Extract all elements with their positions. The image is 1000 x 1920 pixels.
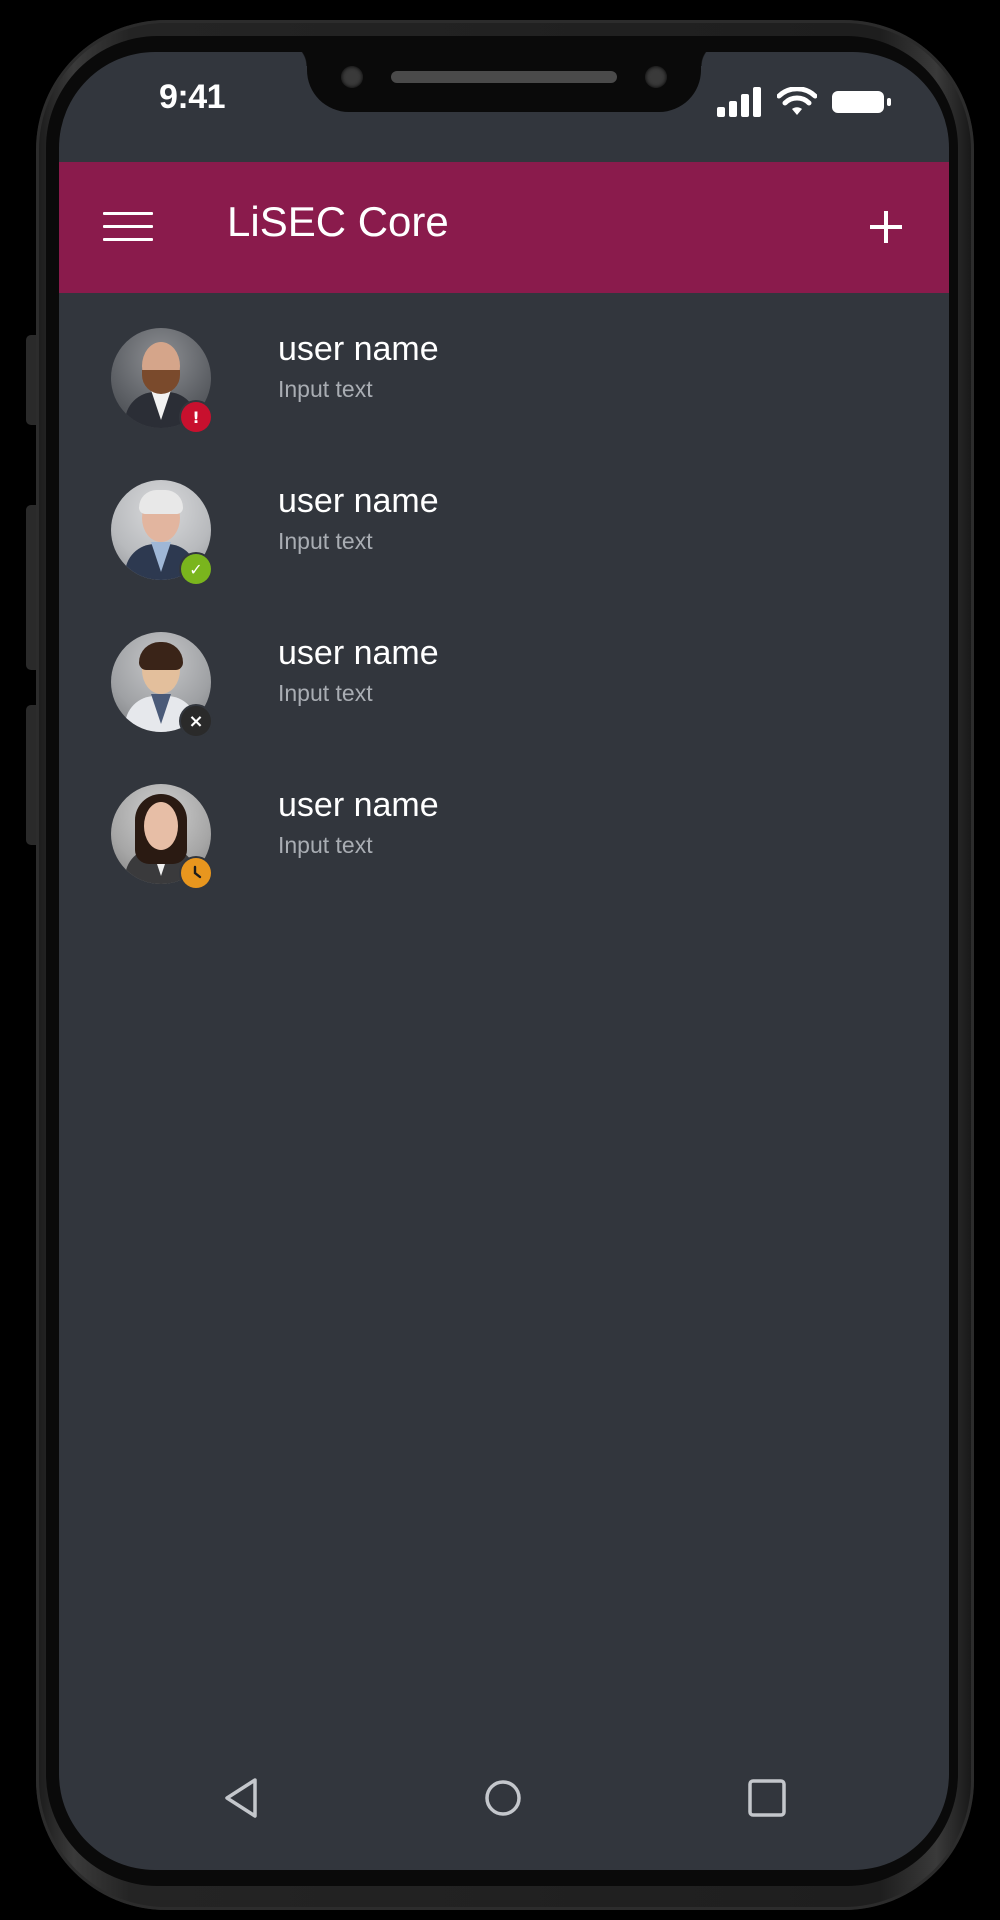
app-bar: LiSEC Core — [59, 162, 949, 293]
offline-status-icon: × — [181, 706, 211, 736]
phone-volume-down-button — [26, 705, 36, 845]
home-circle-icon[interactable] — [473, 1768, 533, 1828]
list-item[interactable]: ✓ user name Input text — [59, 464, 949, 616]
battery-icon — [832, 91, 891, 113]
phone-action-button — [26, 335, 36, 425]
available-status-icon: ✓ — [181, 554, 211, 584]
user-name: user name — [278, 330, 439, 368]
recents-square-icon[interactable] — [737, 1768, 797, 1828]
user-subtitle: Input text — [278, 680, 373, 706]
navigation-bar — [59, 1752, 949, 1842]
wifi-icon — [777, 87, 817, 115]
user-subtitle: Input text — [278, 832, 373, 858]
notch — [283, 52, 725, 112]
user-subtitle: Input text — [278, 528, 373, 554]
back-triangle-icon[interactable] — [211, 1768, 271, 1828]
user-name: user name — [278, 786, 439, 824]
screen: 9:41 LiSEC Core ! user name Input text ✓… — [59, 52, 949, 1870]
user-name: user name — [278, 634, 439, 672]
earpiece-speaker — [391, 71, 617, 83]
list-item[interactable]: × user name Input text — [59, 616, 949, 768]
user-subtitle: Input text — [278, 376, 373, 402]
app-title: LiSEC Core — [227, 198, 449, 245]
status-icons — [717, 84, 893, 120]
user-list: ! user name Input text ✓ user name Input… — [59, 312, 949, 920]
user-name: user name — [278, 482, 439, 520]
plus-icon[interactable] — [861, 202, 911, 252]
error-status-icon: ! — [181, 402, 211, 432]
front-camera — [341, 66, 363, 88]
signal-icon — [717, 87, 761, 117]
front-sensor — [645, 66, 667, 88]
list-item[interactable]: user name Input text — [59, 768, 949, 920]
hamburger-menu-icon[interactable] — [103, 206, 153, 248]
list-item[interactable]: ! user name Input text — [59, 312, 949, 464]
status-time: 9:41 — [159, 78, 226, 116]
phone-volume-up-button — [26, 505, 36, 670]
away-clock-icon — [181, 858, 211, 888]
